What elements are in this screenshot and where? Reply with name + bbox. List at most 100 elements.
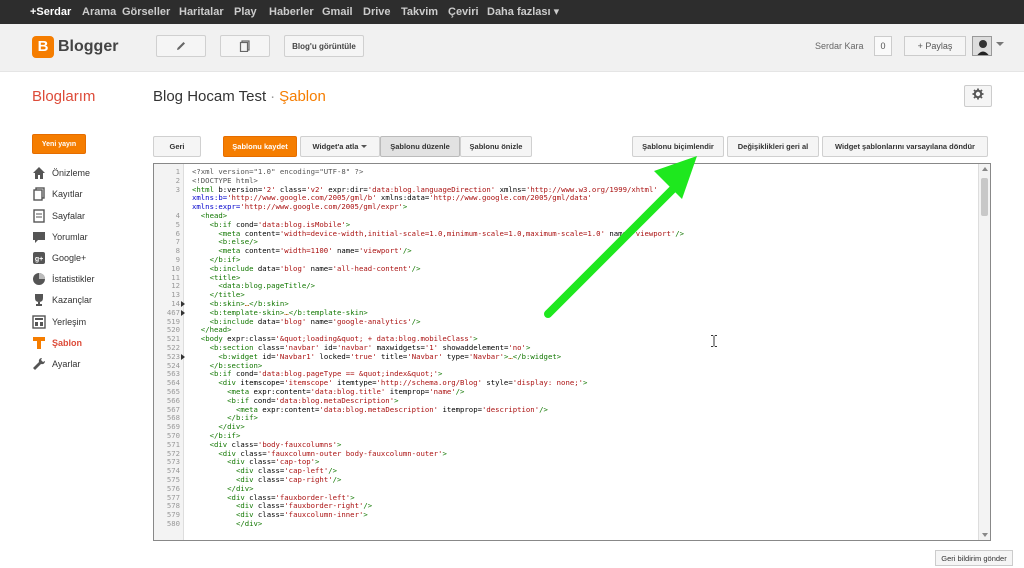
code-line[interactable]: </div>	[192, 520, 262, 528]
google-bar-item[interactable]: Görseller	[122, 0, 170, 24]
google-bar-item[interactable]: Gmail	[322, 0, 353, 24]
sidebar-item-label: İstatistikler	[52, 274, 95, 284]
sidebar-item-settings[interactable]: Ayarlar	[32, 356, 80, 372]
google-bar-item[interactable]: Play	[234, 0, 257, 24]
code-line[interactable]: <!DOCTYPE html>	[192, 176, 258, 185]
sidebar-item-google-plus[interactable]: g+ Google+	[32, 250, 86, 266]
send-feedback-button[interactable]: Geri bildirim gönder	[935, 550, 1013, 566]
blog-name[interactable]: Blog Hocam Test	[153, 88, 266, 105]
revert-changes-button[interactable]: Değişiklikleri geri al	[727, 136, 819, 157]
code-line[interactable]: <div class='body-fauxcolumns'>	[192, 440, 342, 449]
code-line[interactable]: <b:if cond='data:blog.metaDescription'>	[192, 396, 398, 405]
sidebar-item-stats[interactable]: İstatistikler	[32, 271, 95, 287]
save-template-button[interactable]: Şablonu kaydet	[223, 136, 297, 157]
my-blogs-link[interactable]: Bloglarım	[32, 88, 95, 105]
sidebar-item-comments[interactable]: Yorumlar	[32, 229, 88, 245]
code-line[interactable]: <b:template-skin>…</b:template-skin>	[192, 308, 368, 317]
sidebar-item-label: Ayarlar	[52, 359, 81, 369]
code-line[interactable]: <div class='fauxborder-left'>	[192, 493, 354, 502]
template-code-editor[interactable]: 1 2 3 4 5 6 7 8 9 10 11 12 13 14 467 519 520 521 522 523 524…	[153, 163, 991, 541]
sidebar-item-template[interactable]: Şablon	[32, 335, 82, 351]
code-line[interactable]: <b:skin>…</b:skin>	[192, 300, 289, 308]
chevron-down-icon[interactable]	[996, 42, 1004, 46]
code-line[interactable]: <html b:version='2' class='v2' expr:dir=…	[192, 185, 658, 194]
scroll-down-icon[interactable]	[982, 533, 988, 537]
trophy-icon	[32, 293, 46, 307]
code-line[interactable]: <?xml version="1.0" encoding="UTF-8" ?>	[192, 168, 363, 176]
code-line[interactable]: </b:section>	[192, 361, 263, 370]
code-line[interactable]: <div class='cap-top'>	[192, 458, 319, 466]
google-bar-item[interactable]: +Serdar	[30, 0, 71, 24]
code-line[interactable]: <div class='fauxcolumn-outer body-fauxco…	[192, 449, 446, 458]
notification-count[interactable]: 0	[874, 36, 892, 56]
code-line[interactable]: <data:blog.pageTitle/>	[192, 282, 315, 290]
back-button[interactable]: Geri	[153, 136, 201, 157]
code-line[interactable]: <b:else/>	[192, 238, 258, 246]
code-line[interactable]: </div>	[192, 484, 253, 493]
format-template-button[interactable]: Şablonu biçimlendir	[632, 136, 724, 157]
vertical-scrollbar[interactable]	[978, 164, 990, 540]
scroll-up-icon[interactable]	[982, 167, 988, 171]
code-line[interactable]: xmlns:b='http://www.google.com/2005/gml/…	[192, 194, 592, 202]
view-blog-button[interactable]: Blog'u görüntüle	[284, 35, 364, 57]
code-line[interactable]: <div class='fauxcolumn-inner'>	[192, 511, 368, 519]
sidebar-item-layout[interactable]: Yerleşim	[32, 314, 86, 330]
code-line[interactable]: </head>	[192, 326, 232, 334]
line-number: 11	[171, 272, 180, 282]
code-line[interactable]: <meta content='width=1100' name='viewpor…	[192, 247, 411, 255]
google-bar-item[interactable]: Haberler	[269, 0, 314, 24]
code-line[interactable]: </b:if>	[192, 256, 241, 264]
wrench-icon	[32, 357, 46, 371]
posts-list-button[interactable]	[220, 35, 270, 57]
code-line[interactable]: <head>	[192, 212, 227, 220]
code-line[interactable]: <b:include data='blog' name='google-anal…	[192, 317, 421, 326]
sidebar-item-pages[interactable]: Sayfalar	[32, 208, 85, 224]
sidebar-item-earnings[interactable]: Kazançlar	[32, 292, 92, 308]
code-line[interactable]: <meta expr:content='data:blog.title' ite…	[192, 388, 464, 396]
google-bar-item[interactable]: Daha fazlası ▾	[487, 0, 559, 24]
code-line[interactable]: <b:widget id='Navbar1' locked='true' tit…	[192, 352, 561, 361]
google-bar-item[interactable]: Drive	[363, 0, 391, 24]
code-line[interactable]: <body expr:class='&quot;loading&quot; + …	[192, 335, 478, 343]
scrollbar-thumb[interactable]	[981, 178, 988, 216]
edit-template-button[interactable]: Şablonu düzenle	[380, 136, 460, 157]
sidebar-item-posts[interactable]: Kayıtlar	[32, 186, 83, 202]
google-bar-item[interactable]: Takvim	[401, 0, 438, 24]
code-line[interactable]: </div>	[192, 423, 244, 431]
share-button[interactable]: + Paylaş	[904, 36, 966, 56]
code-line[interactable]: </b:if>	[192, 432, 241, 440]
code-line[interactable]: <div class='fauxborder-right'/>	[192, 502, 372, 510]
google-bar-item[interactable]: Arama	[82, 0, 116, 24]
google-bar-item[interactable]: Çeviri	[448, 0, 479, 24]
code-line[interactable]: <meta content='width=device-width,initia…	[192, 229, 684, 238]
code-line[interactable]: <div class='cap-right'/>	[192, 476, 341, 484]
new-post-button[interactable]	[156, 35, 206, 57]
fold-marker-icon[interactable]	[181, 353, 185, 360]
settings-button[interactable]	[964, 85, 992, 107]
code-line[interactable]: </title>	[192, 291, 245, 299]
code-line[interactable]: </b:if>	[192, 414, 258, 422]
line-number: 575	[166, 475, 180, 484]
code-line[interactable]: <title>	[192, 273, 241, 282]
code-line[interactable]: xmlns:expr='http://www.google.com/2005/g…	[192, 203, 407, 211]
code-line[interactable]: <b:include data='blog' name='all-head-co…	[192, 264, 421, 273]
avatar[interactable]	[972, 36, 992, 56]
blogger-logo[interactable]: B Blogger	[32, 35, 118, 59]
code-line[interactable]: <div itemscope='itemscope' itemtype='htt…	[192, 379, 587, 387]
reset-widget-templates-button[interactable]: Widget şablonlarını varsayılana döndür	[822, 136, 988, 157]
code-line[interactable]: <b:section class='navbar' id='navbar' ma…	[192, 344, 531, 352]
sidebar-item-overview[interactable]: Önizleme	[32, 165, 90, 181]
new-post-button[interactable]: Yeni yayın	[32, 134, 86, 154]
code-line[interactable]: <div class='cap-left'/>	[192, 467, 337, 475]
preview-template-button[interactable]: Şablonu önizle	[460, 136, 532, 157]
code-line[interactable]: <meta expr:content='data:blog.metaDescri…	[192, 405, 548, 414]
jump-to-widget-dropdown[interactable]: Widget'a atla	[300, 136, 380, 157]
fold-marker-icon[interactable]	[181, 309, 185, 316]
code-line[interactable]: <b:if cond='data:blog.isMobile'>	[192, 220, 351, 229]
fold-marker-icon[interactable]	[181, 301, 185, 307]
code-line[interactable]: <b:if cond='data:blog.pageType == &quot;…	[192, 370, 443, 378]
line-number: 1	[175, 167, 180, 176]
user-name[interactable]: Serdar Kara	[815, 41, 864, 51]
line-number: 578	[166, 501, 180, 511]
google-bar-item[interactable]: Haritalar	[179, 0, 224, 24]
